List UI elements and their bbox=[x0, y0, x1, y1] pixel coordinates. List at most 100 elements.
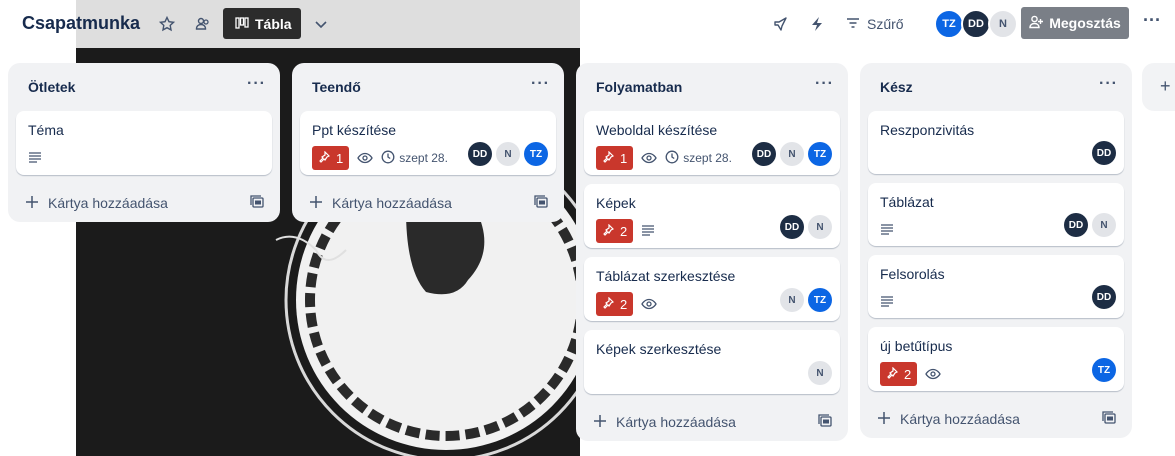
list-title[interactable]: Folyamatban bbox=[596, 79, 682, 95]
label-count: 1 bbox=[620, 150, 628, 166]
card-member-avatar[interactable]: N bbox=[780, 142, 804, 166]
add-card-button[interactable]: Kártya hozzáadása bbox=[576, 403, 848, 441]
card[interactable]: Téma bbox=[16, 111, 272, 175]
card[interactable]: Képek szerkesztése N bbox=[584, 330, 840, 394]
card[interactable]: új betűtípus 2 TZ bbox=[868, 327, 1124, 391]
label-count-badge: 1 bbox=[596, 146, 634, 170]
card-template-icon[interactable] bbox=[250, 195, 264, 212]
pin-icon bbox=[602, 296, 615, 312]
add-list-button[interactable]: + bbox=[1142, 63, 1175, 111]
card-member-avatar[interactable]: TZ bbox=[808, 288, 832, 312]
card-members: TZ bbox=[1092, 358, 1116, 382]
card-member-avatar[interactable]: DD bbox=[780, 215, 804, 239]
label-count-badge: 1 bbox=[312, 146, 350, 170]
team-visibility-icon[interactable] bbox=[191, 12, 215, 36]
card-members: DD N TZ bbox=[752, 142, 832, 166]
label-count: 1 bbox=[336, 150, 344, 166]
add-card-label: Kártya hozzáadása bbox=[332, 195, 452, 211]
clock-icon bbox=[665, 150, 679, 167]
add-card-button[interactable]: Kártya hozzáadása bbox=[860, 400, 1132, 438]
list-header[interactable]: Folyamatban ··· bbox=[576, 63, 848, 111]
list-menu-icon[interactable]: ··· bbox=[247, 75, 266, 93]
card-template-icon[interactable] bbox=[1102, 411, 1116, 428]
card-members: DD bbox=[1092, 285, 1116, 309]
board-view-button[interactable]: Tábla bbox=[223, 8, 301, 39]
star-icon[interactable] bbox=[155, 12, 179, 36]
automation-icon[interactable] bbox=[805, 12, 829, 36]
card-title: Képek szerkesztése bbox=[596, 341, 722, 357]
label-count-badge: 2 bbox=[596, 219, 634, 243]
add-card-label: Kártya hozzáadása bbox=[900, 411, 1020, 427]
add-card-label: Kártya hozzáadása bbox=[616, 414, 736, 430]
list-title[interactable]: Ötletek bbox=[28, 79, 75, 95]
label-count: 2 bbox=[904, 366, 912, 382]
card-member-avatar[interactable]: N bbox=[808, 361, 832, 385]
card[interactable]: Reszponzivitás DD bbox=[868, 111, 1124, 174]
card[interactable]: Táblázat DD N bbox=[868, 183, 1124, 246]
pin-icon bbox=[602, 150, 615, 166]
card-member-avatar[interactable]: DD bbox=[468, 142, 492, 166]
card[interactable]: Weboldal készítése 1 szept 28. DD N TZ bbox=[584, 111, 840, 175]
list-title[interactable]: Teendő bbox=[312, 79, 361, 95]
list-header[interactable]: Kész ··· bbox=[860, 63, 1132, 111]
list-menu-icon[interactable]: ··· bbox=[1099, 75, 1118, 93]
card-member-avatar[interactable]: TZ bbox=[524, 142, 548, 166]
filter-button[interactable]: Szűrő bbox=[846, 12, 904, 36]
board-more-icon[interactable]: ··· bbox=[1140, 11, 1164, 36]
list-header[interactable]: Teendő ··· bbox=[292, 63, 564, 111]
card-template-icon[interactable] bbox=[818, 414, 832, 431]
card[interactable]: Képek 2 DD N bbox=[584, 184, 840, 248]
card-member-avatar[interactable]: N bbox=[496, 142, 520, 166]
card-member-avatar[interactable]: N bbox=[780, 288, 804, 312]
share-button[interactable]: Megosztás bbox=[1021, 7, 1129, 39]
card[interactable]: Felsorolás DD bbox=[868, 255, 1124, 318]
member-avatar-dd[interactable]: DD bbox=[961, 9, 991, 39]
list-teendo: Teendő ··· Ppt készítése 1 szept 28. DD … bbox=[292, 63, 564, 222]
card-title: Felsorolás bbox=[880, 266, 945, 282]
power-ups-icon[interactable] bbox=[769, 12, 793, 36]
card-title: Táblázat szerkesztése bbox=[596, 268, 736, 284]
board-header: Csapatmunka Tábla Szűrő TZ DD N Megosztá… bbox=[0, 0, 1175, 48]
label-count-badge: 2 bbox=[880, 362, 918, 386]
filter-icon bbox=[846, 16, 860, 32]
card-title: Reszponzivitás bbox=[880, 122, 975, 138]
due-date-badge: szept 28. bbox=[381, 150, 448, 167]
eye-icon bbox=[641, 298, 657, 310]
list-menu-icon[interactable]: ··· bbox=[815, 75, 834, 93]
card-member-avatar[interactable]: DD bbox=[1064, 213, 1088, 237]
board-view-label: Tábla bbox=[255, 15, 292, 32]
description-icon bbox=[641, 223, 655, 239]
card-member-avatar[interactable]: TZ bbox=[1092, 358, 1116, 382]
list-title[interactable]: Kész bbox=[880, 79, 913, 95]
card-title: Képek bbox=[596, 195, 636, 211]
card-member-avatar[interactable]: N bbox=[808, 215, 832, 239]
member-avatar-n[interactable]: N bbox=[988, 9, 1018, 39]
eye-icon bbox=[641, 152, 657, 164]
card-title: Weboldal készítése bbox=[596, 122, 718, 138]
eye-icon bbox=[925, 368, 941, 380]
pin-icon bbox=[318, 150, 331, 166]
card-member-avatar[interactable]: DD bbox=[1092, 141, 1116, 165]
list-otletek: Ötletek ··· Téma Kártya hozzáadása bbox=[8, 63, 280, 222]
card[interactable]: Ppt készítése 1 szept 28. DD N TZ bbox=[300, 111, 556, 175]
card-members: N bbox=[808, 361, 832, 385]
card-member-avatar[interactable]: N bbox=[1092, 213, 1116, 237]
member-avatar-tz[interactable]: TZ bbox=[934, 9, 964, 39]
card-member-avatar[interactable]: TZ bbox=[808, 142, 832, 166]
card[interactable]: Táblázat szerkesztése 2 N TZ bbox=[584, 257, 840, 321]
pin-icon bbox=[886, 366, 899, 382]
card-member-avatar[interactable]: DD bbox=[752, 142, 776, 166]
add-card-button[interactable]: Kártya hozzáadása bbox=[292, 184, 564, 222]
card-badges bbox=[28, 146, 260, 170]
description-icon bbox=[880, 294, 894, 310]
add-card-button[interactable]: Kártya hozzáadása bbox=[8, 184, 280, 222]
list-header[interactable]: Ötletek ··· bbox=[8, 63, 280, 111]
plus-icon bbox=[26, 195, 38, 211]
board-title[interactable]: Csapatmunka bbox=[22, 13, 140, 34]
due-date: szept 28. bbox=[683, 151, 732, 165]
card-member-avatar[interactable]: DD bbox=[1092, 285, 1116, 309]
card-template-icon[interactable] bbox=[534, 195, 548, 212]
card-members: DD N TZ bbox=[468, 142, 548, 166]
list-menu-icon[interactable]: ··· bbox=[531, 75, 550, 93]
chevron-down-icon[interactable] bbox=[309, 12, 333, 36]
